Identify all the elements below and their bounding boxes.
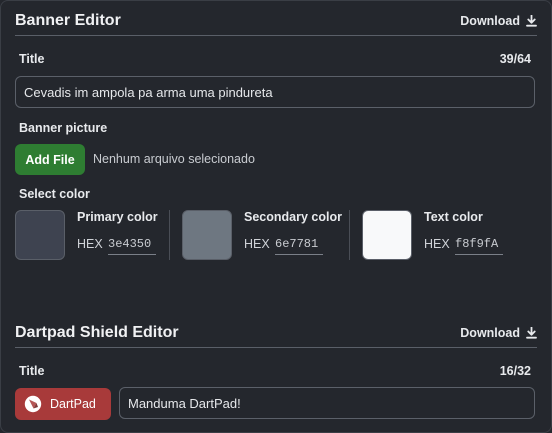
select-color-label: Select color: [19, 187, 90, 201]
text-hex-input[interactable]: f8f9fA: [455, 235, 503, 255]
dartpad-logo-icon: [24, 395, 42, 413]
text-hex-label: HEX: [424, 237, 450, 251]
download-icon: [526, 326, 537, 339]
primary-color-label: Primary color: [77, 210, 158, 224]
shield-title-counter: 16/32: [499, 364, 531, 378]
primary-hex-input[interactable]: 3e4350: [108, 235, 156, 255]
select-color-row: Select color: [19, 187, 531, 201]
shield-download-button[interactable]: Download: [460, 326, 537, 340]
text-color-swatch[interactable]: [362, 210, 412, 260]
secondary-hex-label: HEX: [244, 237, 270, 251]
color-divider: [349, 210, 350, 260]
shield-title-label: Title: [19, 364, 45, 378]
text-color-label: Text color: [424, 210, 483, 224]
shield-editor-title: Dartpad Shield Editor: [15, 323, 179, 341]
download-icon: [526, 14, 537, 27]
shield-title-row: Title 16/32: [19, 364, 531, 378]
shield-title-input[interactable]: [119, 387, 535, 419]
download-label: Download: [460, 325, 520, 340]
dartpad-badge-button[interactable]: DartPad: [15, 388, 111, 420]
banner-title-label: Title: [19, 52, 45, 66]
download-label: Download: [460, 13, 520, 28]
banner-editor-title: Banner Editor: [15, 11, 121, 29]
secondary-color-label: Secondary color: [244, 210, 342, 224]
file-status-text: Nenhum arquivo selecionado: [93, 152, 255, 166]
secondary-hex-input[interactable]: 6e7781: [275, 235, 323, 255]
primary-hex-label: HEX: [77, 237, 103, 251]
color-divider: [169, 210, 170, 260]
shield-editor-header: Dartpad Shield Editor Download: [15, 318, 537, 348]
banner-title-counter: 39/64: [499, 52, 531, 66]
primary-color-swatch[interactable]: [15, 210, 65, 260]
banner-picture-label: Banner picture: [19, 121, 108, 135]
banner-download-button[interactable]: Download: [460, 14, 537, 28]
banner-title-row: Title 39/64: [19, 52, 531, 66]
add-file-button[interactable]: Add File: [15, 144, 85, 175]
banner-title-input[interactable]: [15, 76, 535, 108]
banner-picture-row: Banner picture: [19, 121, 531, 135]
secondary-color-swatch[interactable]: [182, 210, 232, 260]
dartpad-badge-label: DartPad: [50, 397, 96, 411]
editor-panel: Banner Editor Download Title 39/64 Banne…: [0, 0, 552, 433]
banner-editor-header: Banner Editor Download: [15, 6, 537, 36]
